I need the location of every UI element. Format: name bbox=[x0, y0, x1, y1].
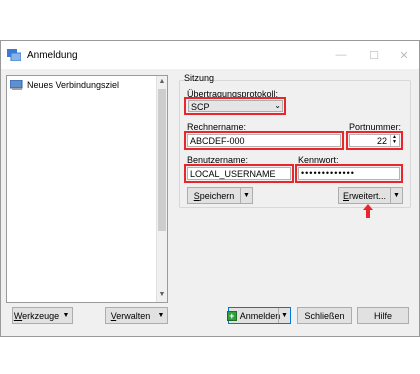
vertical-scrollbar[interactable]: ▲ ▼ bbox=[156, 76, 167, 302]
manage-button[interactable]: Verwalten ▼ bbox=[105, 307, 168, 324]
save-button[interactable]: Speichern ▼ bbox=[187, 187, 253, 204]
scroll-thumb[interactable] bbox=[158, 89, 166, 231]
login-dropdown-icon[interactable]: ▼ bbox=[278, 308, 290, 323]
scroll-up-icon[interactable]: ▲ bbox=[157, 76, 167, 88]
close-dialog-button[interactable]: Schließen bbox=[297, 307, 352, 324]
app-icon bbox=[7, 49, 21, 61]
minimize-button[interactable]: — bbox=[326, 41, 356, 69]
close-button[interactable]: ✕ bbox=[389, 41, 419, 69]
login-button[interactable]: + Anmelden ▼ bbox=[226, 307, 291, 324]
list-item-label: Neues Verbindungsziel bbox=[27, 80, 120, 90]
port-spinner-icon[interactable]: ▲ ▼ bbox=[390, 135, 398, 146]
password-value: ••••••••••••• bbox=[301, 168, 355, 178]
manage-label: Verwalten bbox=[110, 310, 151, 321]
protocol-select[interactable]: SCP ⌄ bbox=[188, 100, 283, 112]
chevron-down-icon: ⌄ bbox=[274, 101, 281, 110]
advanced-dropdown-icon[interactable]: ▼ bbox=[390, 188, 402, 203]
advanced-label: Erweitert... bbox=[342, 190, 387, 201]
title-bar: Anmeldung — ☐ ✕ bbox=[1, 41, 419, 69]
username-input[interactable]: LOCAL_USERNAME bbox=[187, 167, 291, 180]
password-input[interactable]: ••••••••••••• bbox=[298, 167, 400, 180]
manage-dropdown-icon[interactable]: ▼ bbox=[155, 308, 167, 323]
new-site-icon bbox=[10, 80, 23, 90]
username-value: LOCAL_USERNAME bbox=[190, 169, 276, 179]
protocol-value: SCP bbox=[191, 102, 210, 112]
host-value: ABCDEF-000 bbox=[190, 136, 245, 146]
session-group-label: Sitzung bbox=[184, 73, 215, 83]
host-input[interactable]: ABCDEF-000 bbox=[187, 134, 341, 147]
window-title: Anmeldung bbox=[27, 50, 78, 61]
scroll-down-icon[interactable]: ▼ bbox=[157, 289, 167, 301]
tools-dropdown-icon[interactable]: ▼ bbox=[60, 308, 72, 323]
list-item[interactable]: Neues Verbindungsziel bbox=[10, 79, 119, 91]
tools-button[interactable]: Werkzeuge ▼ bbox=[12, 307, 73, 324]
advanced-button[interactable]: Erweitert... ▼ bbox=[338, 187, 403, 204]
port-value: 22 bbox=[376, 136, 387, 146]
login-icon: + bbox=[226, 310, 237, 321]
site-list[interactable]: Neues Verbindungsziel ▲ ▼ bbox=[6, 75, 168, 303]
save-label: Speichern bbox=[193, 190, 235, 201]
login-label: Anmelden bbox=[239, 310, 281, 321]
help-label: Hilfe bbox=[373, 310, 392, 321]
close-dialog-label: Schließen bbox=[304, 310, 345, 321]
save-dropdown-icon[interactable]: ▼ bbox=[240, 188, 252, 203]
help-button[interactable]: Hilfe bbox=[357, 307, 409, 324]
tools-label: Werkzeuge bbox=[13, 310, 60, 321]
port-input[interactable]: 22 ▲ ▼ bbox=[349, 134, 400, 147]
arrow-up-icon bbox=[363, 204, 373, 218]
maximize-button[interactable]: ☐ bbox=[359, 41, 389, 69]
